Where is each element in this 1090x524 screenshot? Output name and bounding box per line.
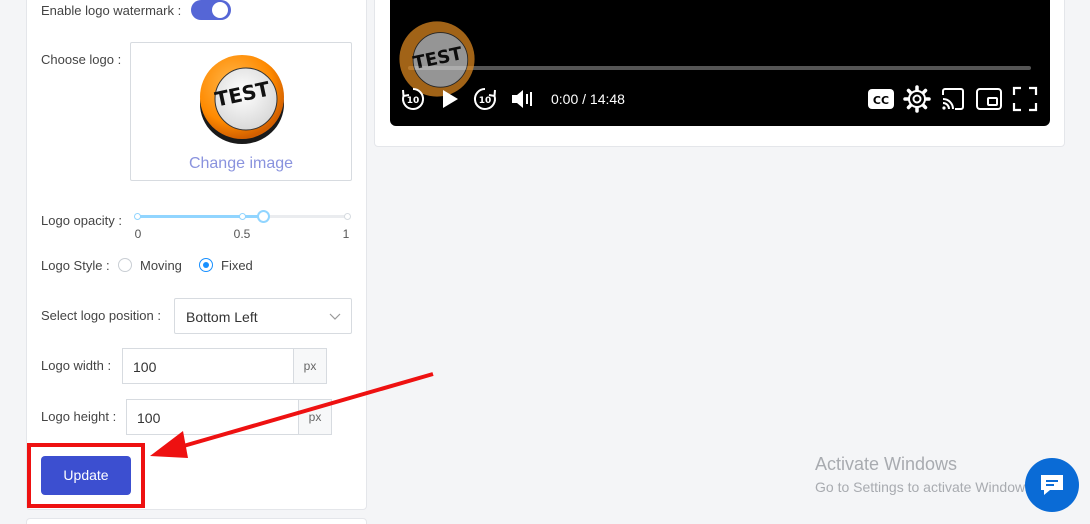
moving-option-label[interactable]: Moving: [140, 258, 182, 273]
chat-button[interactable]: [1025, 458, 1079, 512]
change-image-link[interactable]: Change image: [131, 155, 351, 173]
slider-mark-label: 1: [342, 227, 350, 241]
height-label: Logo height :: [41, 409, 117, 424]
chat-icon: [1041, 475, 1063, 495]
width-label: Logo width :: [41, 358, 112, 373]
chevron-down-icon: [329, 313, 341, 320]
enable-watermark-label: Enable logo watermark :: [41, 3, 182, 18]
forward-10-icon[interactable]: 10: [472, 86, 498, 112]
fixed-option-label[interactable]: Fixed: [221, 258, 253, 273]
cast-icon[interactable]: [940, 86, 966, 112]
slider-mark-label: 0: [134, 227, 142, 241]
test-logo-image: TEST: [200, 55, 284, 144]
slider-mark-dot: [239, 213, 246, 220]
enable-watermark-toggle[interactable]: [191, 0, 231, 20]
annotation-arrow: [150, 372, 434, 458]
captions-icon[interactable]: CC: [867, 87, 895, 111]
forward-seconds: 10: [479, 96, 492, 106]
fullscreen-icon[interactable]: [1012, 86, 1038, 112]
activate-title: Activate Windows: [815, 454, 958, 474]
fixed-radio[interactable]: [199, 258, 213, 272]
logo-position-select[interactable]: Bottom Left: [174, 298, 352, 334]
volume-icon[interactable]: [510, 88, 536, 110]
moving-radio[interactable]: [118, 258, 132, 272]
logo-uploader[interactable]: TEST Change image: [130, 42, 352, 181]
opacity-label: Logo opacity :: [41, 213, 122, 228]
opacity-slider[interactable]: [134, 210, 351, 224]
rewind-seconds: 10: [407, 96, 420, 106]
rewind-10-icon[interactable]: 10: [400, 86, 426, 112]
position-label: Select logo position :: [41, 308, 161, 323]
slider-mark-label: 0.5: [233, 227, 251, 241]
toggle-knob: [212, 2, 228, 18]
activate-subtitle: Go to Settings to activate Windows.: [815, 479, 1036, 495]
slider-handle[interactable]: [257, 210, 270, 223]
next-panel: [26, 518, 367, 524]
activate-windows-notice: Activate Windows Go to Settings to activ…: [815, 454, 1036, 495]
svg-text:CC: CC: [873, 94, 889, 107]
screen: Enable logo watermark : Choose logo : TE…: [0, 0, 1090, 524]
video-progress-bar[interactable]: [408, 66, 1031, 70]
choose-logo-label: Choose logo :: [41, 52, 122, 67]
logo-style-label: Logo Style :: [41, 258, 110, 273]
picture-in-picture-icon[interactable]: [975, 86, 1003, 112]
slider-mark-dot: [344, 213, 351, 220]
time-display: 0:00 / 14:48: [551, 91, 625, 107]
slider-mark-dot: [134, 213, 141, 220]
play-icon[interactable]: [440, 88, 460, 110]
settings-gear-icon[interactable]: [903, 85, 931, 113]
annotation-highlight-box: [27, 443, 145, 508]
position-selected-value: Bottom Left: [186, 309, 258, 325]
